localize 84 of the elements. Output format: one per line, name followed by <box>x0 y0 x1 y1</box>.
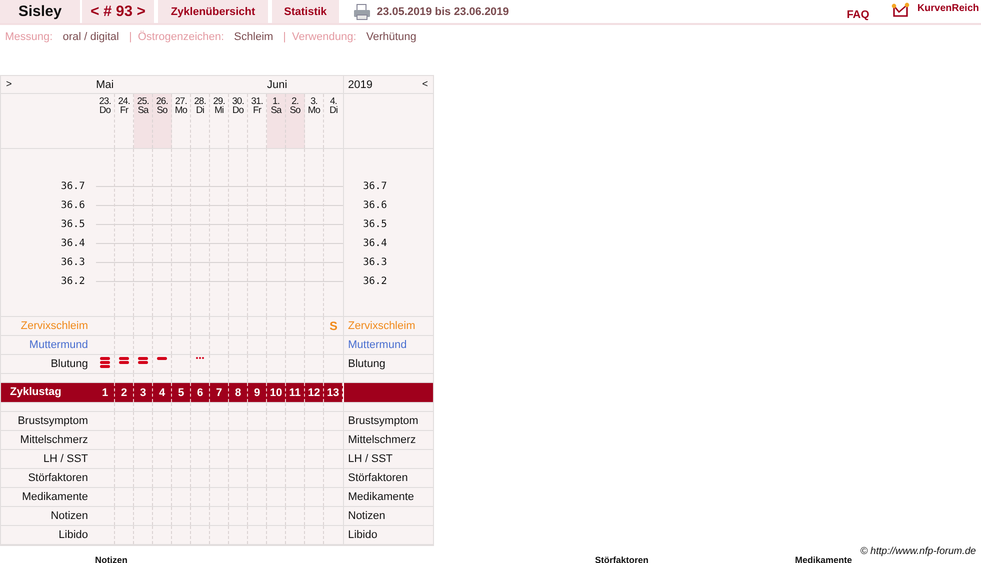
temperature-label: 36.2 <box>60 275 85 289</box>
row-label: Muttermund <box>343 336 432 354</box>
cycle-day-number: 9 <box>254 386 260 398</box>
row-label: Libido <box>343 526 432 544</box>
row-label: LH / SST <box>42 452 89 467</box>
date-header: 4. Di <box>328 95 338 118</box>
date-header: 2. So <box>286 94 305 148</box>
cycle-day-number: 2 <box>120 386 128 398</box>
cycle-day-number: 10 <box>270 386 282 398</box>
temperature-label: 36.4 <box>60 237 85 251</box>
date-header: 25. Sa <box>134 94 153 148</box>
date-header: 23. Do <box>96 94 115 148</box>
setting-label: Messung: <box>5 31 53 45</box>
cycle-day-number: 8 <box>234 386 242 398</box>
next-arrow[interactable]: > <box>1 79 96 90</box>
mucus-mark: S <box>329 319 338 333</box>
row-label: Blutung <box>343 355 432 373</box>
temperature-label: 36.5 <box>363 218 388 232</box>
temperature-label: 36.5 <box>60 218 85 232</box>
nav-tab[interactable]: Statistik <box>272 0 339 23</box>
row-label: Notizen <box>343 507 432 525</box>
section-heading: Notizen <box>95 555 128 563</box>
setting-label: Verwendung: <box>292 31 356 45</box>
temperature-label: 36.6 <box>60 199 85 213</box>
nav-tab[interactable]: Zyklenübersicht <box>158 0 268 23</box>
row-label: Störfaktoren <box>343 469 432 487</box>
copyright-text: © http://www.nfp-forum.de <box>860 546 976 557</box>
cycle-day-number: 1 <box>102 386 108 398</box>
faq-link[interactable]: FAQ <box>846 8 870 20</box>
row-label: Zervixschleim <box>20 319 89 334</box>
temperature-label: 36.7 <box>60 180 85 194</box>
cycle-day-number: 6 <box>196 386 204 398</box>
temperature-label: 36.6 <box>363 199 388 213</box>
printer-icon[interactable] <box>352 4 371 20</box>
profile-name: Sisley <box>0 0 80 23</box>
date-header: 29. Mi <box>210 94 229 148</box>
temperature-label: 36.2 <box>363 275 388 289</box>
cycle-day-number: 13 <box>326 386 340 398</box>
cycle-day-number: 11 <box>289 386 301 398</box>
date-range: 23.05.2019 bis 23.06.2019 <box>376 6 509 18</box>
row-label: Muttermund <box>28 338 89 353</box>
cycle-day-number: 7 <box>216 386 222 398</box>
temperature-label: 36.3 <box>60 256 85 270</box>
date-header: 30. Do <box>229 94 248 148</box>
row-label: Notizen <box>50 509 89 524</box>
date-header: 27. Mo <box>172 94 191 148</box>
row-label: Brustsymptom <box>343 412 432 430</box>
row-label: Blutung <box>50 357 89 372</box>
date-header: 3. Mo <box>305 94 324 148</box>
date-header: 26. So <box>153 94 172 148</box>
row-label: Libido <box>58 528 89 543</box>
separator: | <box>128 31 132 45</box>
date-header: 28. Di <box>191 94 210 148</box>
cycle-day-number: 5 <box>178 386 184 398</box>
cycle-navigation[interactable]: < # 93 > <box>82 0 154 23</box>
row-label: Medikamente <box>20 490 89 505</box>
setting-value: Schleim <box>234 31 274 45</box>
row-label: Brustsymptom <box>16 414 89 429</box>
temperature-label: 36.4 <box>363 237 388 251</box>
month-label: Mai <box>96 78 115 90</box>
cycle-day-number: 3 <box>140 386 146 398</box>
setting-value: oral / digital <box>62 31 119 45</box>
temperature-label: 36.3 <box>363 256 388 270</box>
cycle-day-number: 12 <box>308 386 320 398</box>
temperature-label: 36.7 <box>363 180 388 194</box>
separator: | <box>283 31 286 45</box>
row-label: Zervixschleim <box>343 317 432 335</box>
cycle-day-number: 4 <box>158 386 166 398</box>
row-label: Mittelschmerz <box>19 433 89 448</box>
year-label: 2019 <box>348 78 372 90</box>
brand-name[interactable]: KurvenReich <box>917 3 979 14</box>
row-label: Störfaktoren <box>27 471 89 486</box>
row-label: Zyklustag <box>9 385 62 400</box>
logo-icon <box>891 2 912 18</box>
setting-value: Verhütung <box>366 31 416 45</box>
row-label: LH / SST <box>343 450 432 468</box>
row-label: Mittelschmerz <box>343 431 432 449</box>
date-header: 1. Sa <box>267 94 286 148</box>
row-label: Medikamente <box>343 488 432 506</box>
month-label: Juni <box>267 78 288 90</box>
section-heading: Störfaktoren <box>595 555 649 563</box>
section-heading: Medikamente <box>795 555 852 563</box>
setting-label: Östrogenzeichen: <box>138 31 224 45</box>
previous-arrow[interactable]: < <box>422 79 428 90</box>
